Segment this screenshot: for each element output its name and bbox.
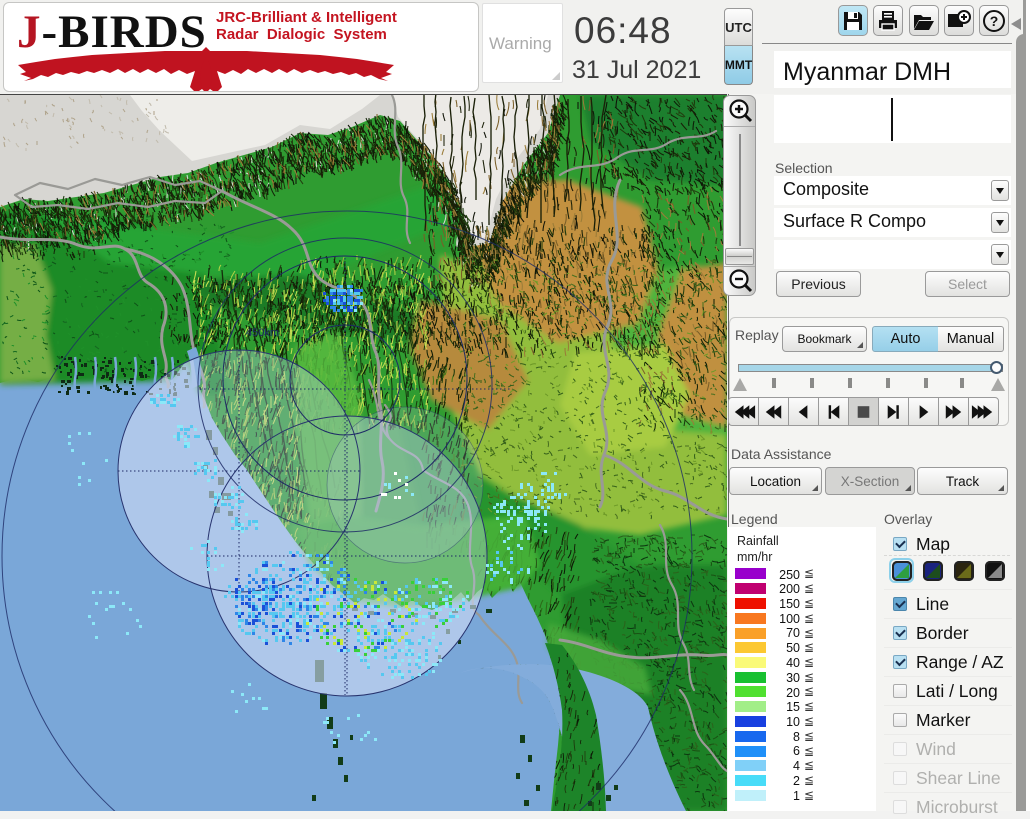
svg-text:?: ? (990, 13, 999, 29)
svg-text:450km: 450km (246, 327, 279, 339)
